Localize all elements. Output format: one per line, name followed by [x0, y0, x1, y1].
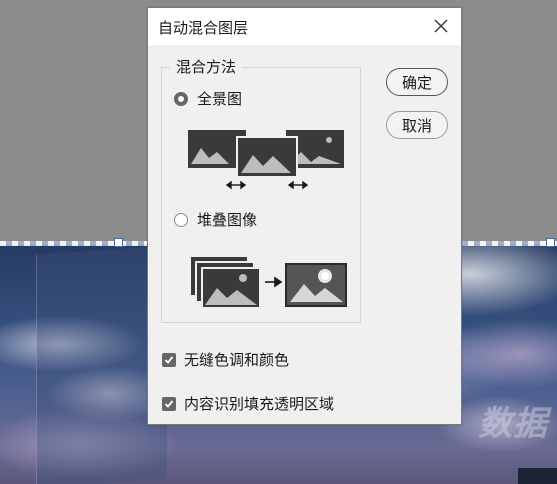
radio-panorama-indicator[interactable]: [174, 91, 188, 106]
auto-blend-layers-dialog: 自动混合图层 混合方法 全景图 堆叠图像 无缝色调和颜色 内容识别填充透明区域 …: [147, 7, 462, 425]
dark-layer-edge: [518, 468, 557, 484]
panorama-illustration-icon: [188, 130, 344, 190]
content-aware-fill-checkbox[interactable]: [162, 396, 176, 411]
radio-panorama[interactable]: 全景图: [174, 88, 242, 109]
watermark-text: 数据: [478, 404, 548, 444]
photoshop-canvas: 数据 自动混合图层 混合方法 全景图 堆叠图像 无缝色调和颜色 内容识别填充透明…: [0, 0, 557, 484]
transform-handle[interactable]: [114, 238, 123, 247]
checkbox-seamless-tones[interactable]: 无缝色调和颜色: [162, 349, 289, 370]
ok-button[interactable]: 确定: [386, 68, 448, 96]
seamless-tones-label: 无缝色调和颜色: [184, 351, 290, 369]
checkmark-icon: [164, 355, 174, 364]
dialog-title: 自动混合图层: [158, 19, 249, 37]
checkmark-icon: [164, 399, 174, 408]
content-aware-fill-label: 内容识别填充透明区域: [184, 395, 335, 413]
cancel-button[interactable]: 取消: [386, 111, 448, 139]
blend-method-title: 混合方法: [170, 56, 243, 77]
close-button[interactable]: [427, 13, 455, 39]
seamless-tones-checkbox[interactable]: [162, 352, 176, 367]
radio-panorama-label: 全景图: [197, 90, 243, 108]
close-icon: [434, 19, 448, 33]
radio-stack-label: 堆叠图像: [197, 211, 258, 229]
radio-stack-indicator[interactable]: [174, 212, 188, 227]
radio-stack-images[interactable]: 堆叠图像: [174, 209, 257, 230]
transform-handle-right[interactable]: [546, 238, 555, 247]
checkbox-content-aware-fill[interactable]: 内容识别填充透明区域: [162, 393, 334, 414]
dialog-title-bar[interactable]: 自动混合图层: [148, 8, 461, 45]
stack-images-illustration-icon: [189, 255, 347, 309]
